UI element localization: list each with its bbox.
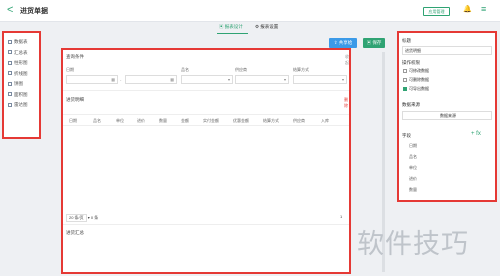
checkbox-icon: [403, 68, 407, 73]
filter-date-label: 日期: [66, 67, 74, 72]
component-line-chart[interactable]: 折线图: [4, 69, 39, 80]
column-header: 供应商: [293, 118, 305, 123]
checkbox-icon: [403, 77, 407, 82]
component-bar-chart[interactable]: 柱形图: [4, 58, 39, 69]
permission-label: 操作权限: [402, 60, 420, 65]
component-label: 饼图: [14, 81, 23, 86]
chevron-down-icon: ▾: [341, 77, 344, 82]
column-header: 金额: [181, 118, 189, 123]
field-item[interactable]: 单位: [409, 165, 417, 171]
table-icon: [8, 39, 12, 44]
field-item[interactable]: 数量: [409, 187, 417, 193]
component-radar-chart[interactable]: 雷达图: [4, 100, 39, 111]
component-label: 面积图: [14, 91, 28, 97]
pagination: 20 条/页 ▾ 0 条: [66, 214, 98, 222]
share-label: 共享给: [338, 40, 353, 45]
calendar-icon: ▦: [170, 77, 174, 82]
supplier-filter-field[interactable]: ▾: [235, 75, 289, 84]
date-range-separator: -: [120, 77, 122, 82]
report-canvas: 查询条件 收起 日期 品名 供应商 结算方式 ▦ - ▦ ▾ ▾ ▾ 进货明细 …: [61, 48, 351, 274]
permission-label-text: 可删除数据: [409, 77, 429, 82]
datasource-button[interactable]: 数据来源: [402, 111, 492, 120]
line-chart-icon: [8, 71, 12, 76]
delete-link[interactable]: 删除: [344, 97, 349, 109]
fields-label: 字段: [402, 133, 411, 138]
back-arrow-icon[interactable]: <: [7, 4, 13, 16]
permission-delete-checkbox[interactable]: 可删除数据: [403, 77, 429, 83]
app-manage-button[interactable]: 应用管理: [423, 7, 450, 16]
column-header: 单位: [116, 118, 124, 123]
component-pie-chart[interactable]: 饼图: [4, 79, 39, 90]
bell-icon[interactable]: 🔔: [463, 5, 472, 13]
watermark-text: 软件技巧: [357, 229, 469, 260]
date-start-field[interactable]: ▦: [66, 75, 118, 84]
filter-settlement-label: 结算方式: [293, 67, 309, 72]
component-area-chart[interactable]: 面积图: [4, 90, 39, 101]
tab-report-design[interactable]: ▣ 报表设计: [219, 24, 243, 30]
total-count: 0 条: [90, 215, 99, 220]
save-button[interactable]: ▣ 保存: [363, 38, 385, 48]
field-item[interactable]: 品名: [409, 154, 417, 160]
product-filter-field[interactable]: ▾: [181, 75, 233, 84]
filter-product-label: 品名: [181, 67, 189, 72]
column-header: 实付金额: [203, 118, 219, 123]
area-chart-icon: [8, 92, 12, 97]
field-item[interactable]: 日期: [409, 143, 417, 149]
active-tab-indicator: [217, 33, 248, 34]
field-item[interactable]: 进价: [409, 176, 417, 182]
tab-report-settings-label: 报表设置: [260, 24, 279, 29]
component-label: 汇总表: [14, 49, 28, 55]
filter-supplier-label: 供应商: [235, 67, 247, 72]
summary-section-title: 进货汇总: [66, 230, 84, 235]
component-label: 数据表: [14, 39, 28, 44]
current-page[interactable]: 1: [340, 214, 342, 219]
save-label: 保存: [372, 40, 382, 45]
summary-icon: [8, 50, 12, 55]
page-title: 进货单据: [20, 8, 48, 15]
share-button[interactable]: ⇪ 共享给: [329, 38, 357, 48]
collapse-link[interactable]: 收起: [345, 54, 349, 66]
page-size-select[interactable]: 20 条/页: [66, 214, 87, 222]
column-header: 数量: [159, 118, 167, 123]
permission-export-checkbox[interactable]: 可导出数据: [403, 86, 429, 92]
component-panel: 数据表 汇总表 柱形图 折线图 饼图 面积图 雷达图: [2, 31, 41, 139]
tab-report-design-label: 报表设计: [224, 24, 243, 29]
component-label: 柱形图: [14, 60, 28, 65]
date-end-field[interactable]: ▦: [125, 75, 177, 84]
add-field-button[interactable]: + fx: [471, 131, 481, 137]
column-header: 进价: [137, 118, 145, 123]
component-label: 折线图: [14, 70, 28, 76]
query-section-title: 查询条件: [66, 54, 84, 59]
chevron-down-icon: ▾: [227, 77, 230, 82]
checkbox-checked-icon: [403, 86, 407, 91]
title-label: 标题: [402, 38, 411, 43]
chevron-down-icon: ▾: [283, 77, 286, 82]
properties-panel: 标题 进货明细 操作权限 可修改数据 可删除数据 可导出数据 数据来源 数据来源…: [397, 31, 497, 202]
menu-icon[interactable]: ≡: [481, 4, 486, 14]
title-input[interactable]: 进货明细: [402, 46, 492, 55]
details-table-header: 日期 品名 单位 进价 数量 金额 实付金额 优惠金额 结算方式 供应商 入库: [63, 114, 349, 126]
column-header: 优惠金额: [233, 118, 249, 123]
permission-label-text: 可修改数据: [409, 68, 429, 73]
top-bar: < 进货单据 应用管理 🔔 ≡: [0, 0, 500, 22]
column-header: 日期: [69, 118, 77, 123]
component-summary-table[interactable]: 汇总表: [4, 48, 39, 59]
bar-chart-icon: [8, 60, 12, 65]
component-data-table[interactable]: 数据表: [4, 37, 39, 48]
column-header: 品名: [93, 118, 101, 123]
pie-chart-icon: [8, 81, 12, 86]
permission-edit-checkbox[interactable]: 可修改数据: [403, 68, 429, 74]
divider: [63, 224, 349, 225]
column-header: 结算方式: [263, 118, 279, 123]
settlement-filter-field[interactable]: ▾: [293, 75, 347, 84]
tab-report-settings[interactable]: ⚙ 报表设置: [255, 24, 278, 30]
details-section-title: 进货明细: [66, 97, 84, 102]
divider: [63, 90, 349, 91]
calendar-icon: ▦: [111, 77, 115, 82]
column-header: 入库: [321, 118, 329, 123]
radar-chart-icon: [8, 102, 12, 107]
permission-label-text: 可导出数据: [409, 86, 429, 91]
datasource-label: 数据来源: [402, 102, 420, 107]
component-label: 雷达图: [14, 102, 28, 107]
